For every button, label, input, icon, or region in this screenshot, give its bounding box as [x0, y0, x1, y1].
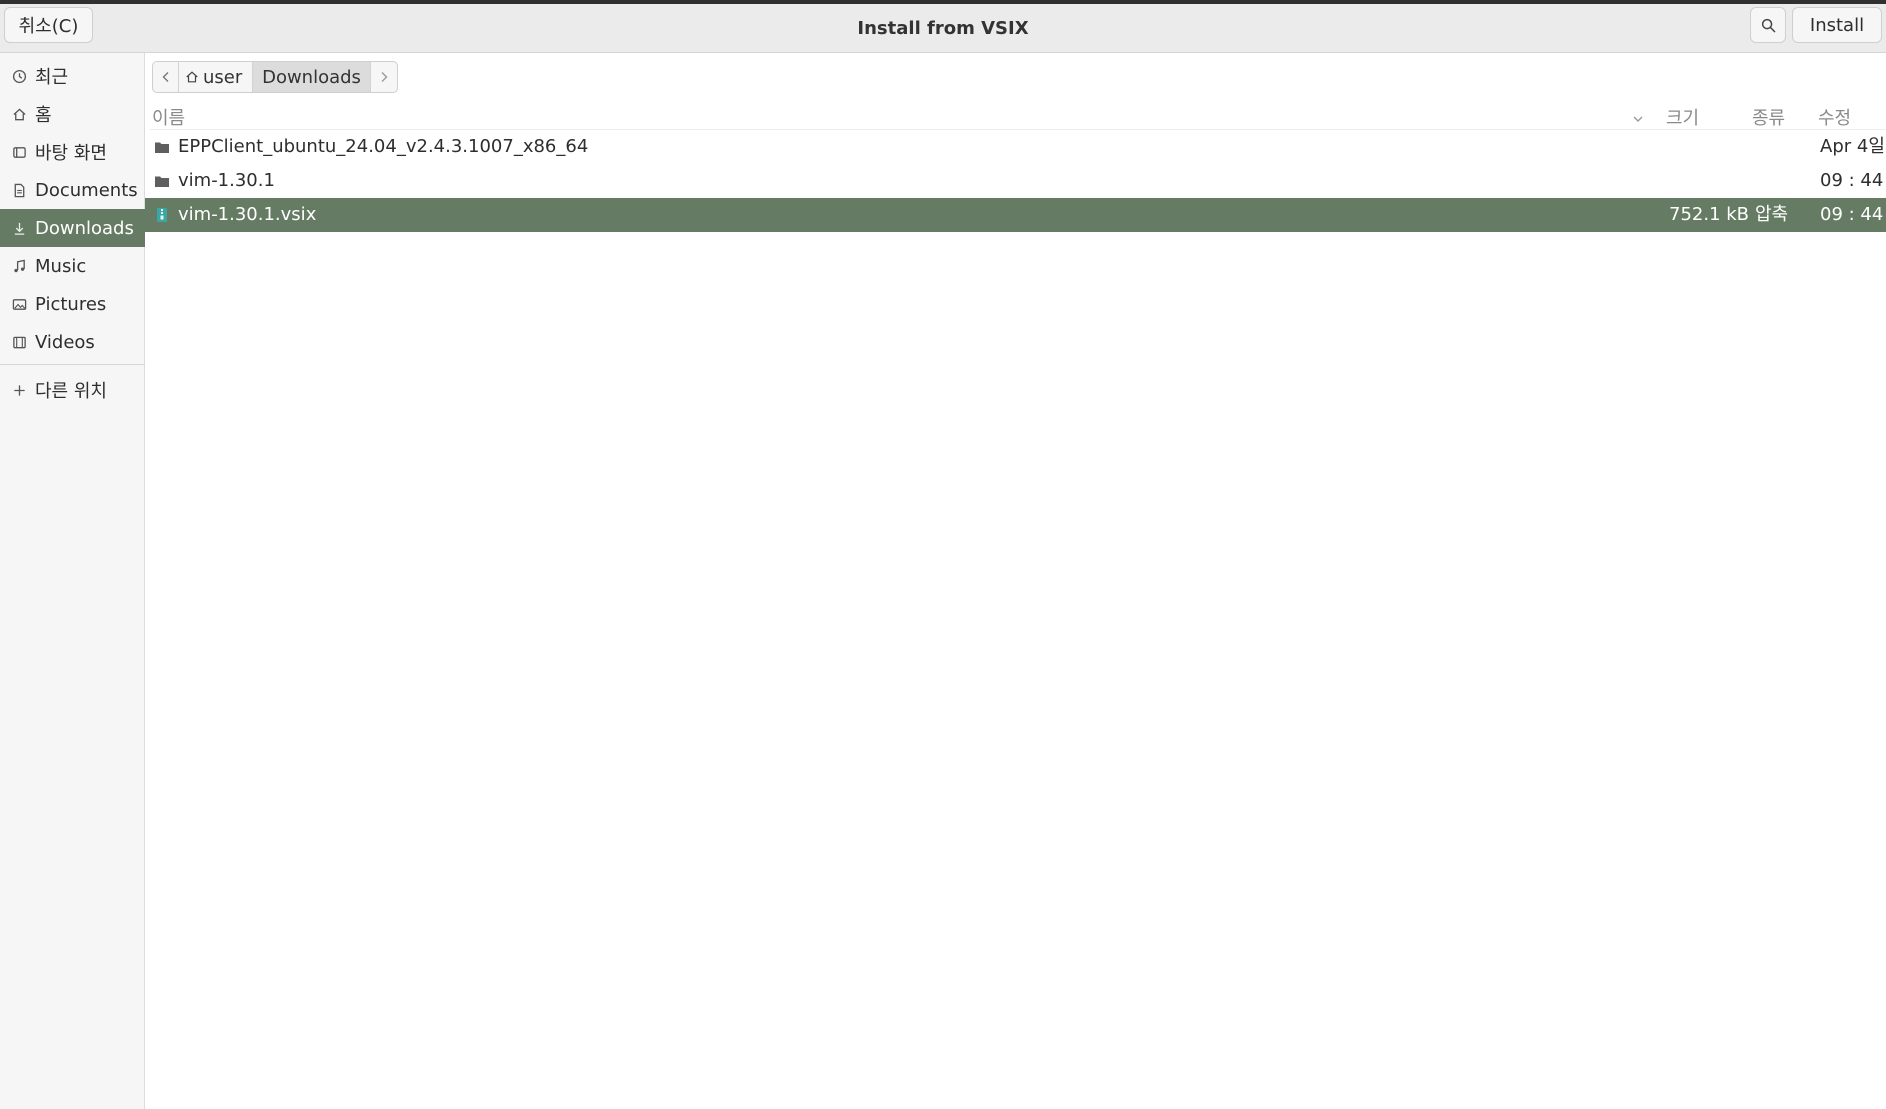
sidebar-item-downloads[interactable]: Downloads	[0, 209, 145, 247]
picture-icon	[9, 297, 29, 312]
column-header-name[interactable]: 이름	[152, 104, 185, 129]
chevron-right-icon	[379, 71, 389, 83]
sidebar-item-other-locations[interactable]: 다른 위치	[0, 371, 145, 409]
column-header-modified[interactable]: 수정	[1818, 104, 1851, 129]
clock-icon	[9, 69, 29, 84]
file-size: 752.1 kB	[1669, 204, 1750, 225]
sidebar-item-label: 최근	[35, 67, 69, 88]
file-name: vim-1.30.1	[178, 170, 275, 191]
sidebar-item-desktop[interactable]: 바탕 화면	[0, 133, 145, 171]
path-back-button[interactable]	[153, 62, 179, 92]
file-modified: 09 : 44	[1820, 170, 1884, 191]
home-icon	[185, 70, 199, 84]
file-modified: Apr 4일	[1820, 136, 1885, 157]
file-row[interactable]: vim-1.30.1 09 : 44	[145, 164, 1886, 198]
path-forward-button[interactable]	[371, 62, 397, 92]
sidebar-item-documents[interactable]: Documents	[0, 171, 145, 209]
file-modified: 09 : 44	[1820, 204, 1884, 225]
video-icon	[9, 335, 29, 350]
places-sidebar: 최근 홈 바탕 화면 Documents Downloads Music Pic…	[0, 53, 145, 1109]
path-segment-label: Downloads	[262, 66, 361, 88]
file-row[interactable]: EPPClient_ubuntu_24.04_v2.4.3.1007_x86_6…	[145, 130, 1886, 164]
sidebar-item-home[interactable]: 홈	[0, 95, 145, 133]
install-button[interactable]: Install	[1792, 7, 1882, 43]
home-icon	[9, 107, 29, 122]
file-type: 압축	[1755, 204, 1789, 225]
desktop-icon	[9, 145, 29, 160]
sidebar-item-label: Downloads	[35, 217, 134, 239]
sidebar-divider	[0, 364, 145, 365]
folder-icon	[154, 173, 170, 189]
sidebar-item-label: Pictures	[35, 293, 107, 315]
folder-icon	[154, 139, 170, 155]
sidebar-item-label: Documents	[35, 179, 138, 201]
search-icon	[1761, 18, 1776, 33]
plus-icon	[9, 383, 29, 398]
path-segment-user[interactable]: user	[179, 62, 253, 92]
sidebar-item-recent[interactable]: 최근	[0, 57, 145, 95]
path-bar: user Downloads	[152, 61, 398, 93]
file-name: EPPClient_ubuntu_24.04_v2.4.3.1007_x86_6…	[178, 136, 589, 157]
chevron-left-icon	[161, 71, 171, 83]
download-icon	[9, 221, 29, 236]
sidebar-item-label: Music	[35, 255, 87, 277]
archive-file-icon	[154, 207, 170, 223]
sidebar-item-label: 바탕 화면	[35, 143, 107, 164]
sidebar-item-music[interactable]: Music	[0, 247, 145, 285]
cancel-button[interactable]: 취소(C)	[4, 7, 93, 43]
sidebar-item-label: 다른 위치	[35, 381, 107, 402]
column-header-type[interactable]: 종류	[1752, 104, 1785, 129]
file-name: vim-1.30.1.vsix	[178, 204, 317, 225]
sidebar-item-label: Videos	[35, 331, 95, 353]
column-header-size[interactable]: 크기	[1666, 104, 1699, 129]
music-icon	[9, 259, 29, 274]
sidebar-item-pictures[interactable]: Pictures	[0, 285, 145, 323]
document-icon	[9, 183, 29, 198]
sidebar-item-videos[interactable]: Videos	[0, 323, 145, 361]
header-bar	[0, 4, 1886, 53]
file-row-selected[interactable]: vim-1.30.1.vsix 752.1 kB 압축 09 : 44	[145, 198, 1886, 232]
path-segment-label: user	[203, 66, 243, 88]
path-segment-downloads[interactable]: Downloads	[253, 62, 371, 92]
sidebar-item-label: 홈	[35, 105, 52, 126]
search-button[interactable]	[1750, 7, 1786, 43]
